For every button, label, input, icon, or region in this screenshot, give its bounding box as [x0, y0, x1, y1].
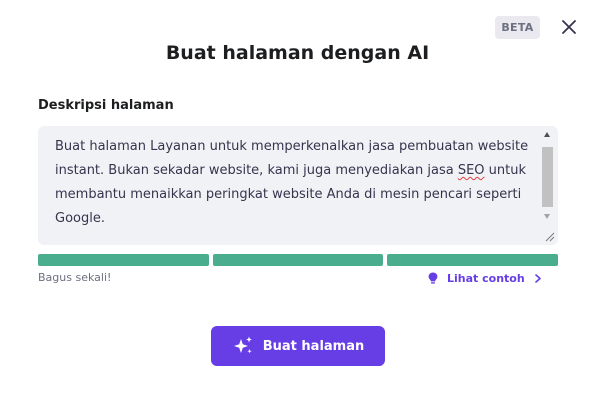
- quality-segment-2: [213, 254, 383, 266]
- textarea-scrollbar[interactable]: [542, 130, 553, 226]
- lightbulb-icon: [428, 272, 438, 284]
- quality-segment-1: [38, 254, 209, 266]
- resize-handle-icon[interactable]: [544, 231, 555, 242]
- scroll-down-arrow-icon[interactable]: [544, 214, 550, 219]
- description-label: Deskripsi halaman: [38, 98, 174, 113]
- quality-segment-3: [387, 254, 558, 266]
- beta-badge: BETA: [495, 16, 540, 39]
- description-text[interactable]: Buat halaman Layanan untuk memperkenalka…: [55, 135, 530, 231]
- see-example-link[interactable]: Lihat contoh: [428, 272, 541, 285]
- create-page-button[interactable]: Buat halaman: [211, 326, 385, 366]
- ai-page-dialog: BETA Buat halaman dengan AI Deskripsi ha…: [0, 0, 595, 401]
- close-button[interactable]: [558, 16, 580, 38]
- description-textarea[interactable]: Buat halaman Layanan untuk memperkenalka…: [38, 126, 558, 245]
- sparkle-icon: [233, 336, 252, 354]
- create-page-label: Buat halaman: [262, 338, 365, 354]
- quality-label: Bagus sekali!: [38, 271, 112, 284]
- dialog-title: Buat halaman dengan AI: [165, 42, 430, 64]
- chevron-right-icon: [534, 274, 541, 283]
- close-icon: [562, 20, 576, 34]
- scroll-thumb[interactable]: [542, 147, 553, 207]
- scroll-up-arrow-icon[interactable]: [544, 132, 550, 137]
- see-example-label: Lihat contoh: [447, 272, 525, 285]
- misspelled-word: SEO: [457, 163, 485, 178]
